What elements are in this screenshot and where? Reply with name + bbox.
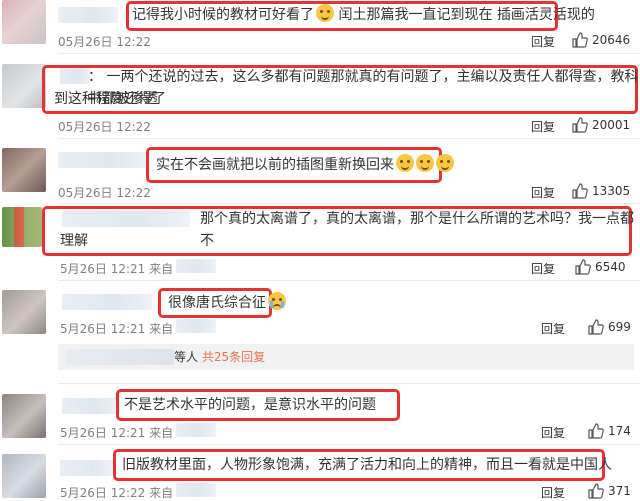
like-count: 20001 [592, 118, 631, 132]
username-redacted[interactable] [62, 398, 120, 414]
comment-time: 05月26日 12:22 [58, 120, 151, 134]
comment-text-line1: ： 一两个还说的过去，这么多都有问题那就真的有问题了，主编以及责任人都得查，教科… [88, 69, 639, 107]
like-button[interactable]: 20001 [572, 117, 630, 133]
sub-reply-text: 等人 共25条回复 [174, 350, 266, 364]
like-count: 174 [608, 424, 631, 438]
like-button[interactable]: 20646 [572, 32, 630, 48]
divider [58, 280, 640, 281]
thinking-face-icon [416, 154, 434, 172]
comment-time: 5月26日 12:21 来自 [60, 322, 174, 336]
like-button[interactable]: 6540 [575, 259, 626, 275]
comment-time: 5月26日 12:22 来自 [60, 486, 174, 500]
comment-text: 实在不会画就把以前的插图重新换回来 [156, 154, 454, 176]
thumbs-up-icon [572, 183, 588, 199]
like-button[interactable]: 174 [588, 423, 631, 439]
avatar[interactable] [2, 148, 46, 192]
like-button[interactable]: 699 [588, 319, 631, 335]
comment-feed: 记得我小时候的教材可好看了 闰土那篇我一直记到现在 插画活灵活现的 05月26日… [0, 0, 640, 501]
like-count: 699 [608, 320, 631, 334]
like-count: 20646 [592, 33, 631, 47]
comment-text-line1: 那个真的太离谱了，真的太离谱，那个是什么所谓的艺术吗？我一点都不 [200, 211, 634, 249]
like-button[interactable]: 13305 [572, 183, 630, 199]
comment-text-line2: 到这种程度还得了 [54, 91, 166, 107]
reply-button[interactable]: 回复 [531, 260, 555, 277]
comment-text: 旧版教材里面，人物形象饱满，充满了活力和向上的精神，而且一看就是中国人 [122, 457, 612, 473]
sub-reply-summary[interactable]: 等人 共25条回复 [58, 344, 634, 370]
reply-button[interactable]: 回复 [531, 33, 555, 50]
comment-text-line2: 理解 [60, 233, 88, 249]
thumbs-up-icon [588, 423, 604, 439]
reply-button[interactable]: 回复 [541, 424, 565, 441]
thumbs-up-icon [588, 319, 604, 335]
thinking-face-icon [436, 154, 454, 172]
avatar[interactable] [2, 394, 46, 438]
avatar[interactable] [2, 290, 46, 334]
view-replies-link[interactable]: 共25条回复 [202, 350, 265, 364]
reply-button[interactable]: 回复 [531, 184, 555, 201]
like-button[interactable]: 371 [588, 483, 631, 499]
thinking-face-icon [396, 154, 414, 172]
source-redacted [176, 259, 216, 273]
comment-text: 不是艺术水平的问题，是意识水平的问题 [124, 397, 376, 413]
thumbs-up-icon [588, 483, 604, 499]
reply-button[interactable]: 回复 [541, 320, 565, 337]
like-count: 13305 [592, 184, 631, 198]
divider [58, 53, 640, 54]
source-redacted [176, 423, 216, 437]
divider [58, 383, 640, 384]
source-redacted [176, 319, 216, 333]
reply-button[interactable]: 回复 [541, 484, 565, 501]
username-redacted[interactable] [58, 152, 146, 168]
comment-time: 5月26日 12:21 来自 [60, 426, 174, 440]
thumbs-up-icon [572, 117, 588, 133]
username-redacted[interactable] [60, 460, 114, 476]
avatar[interactable] [2, 0, 46, 44]
comment-text: 很像唐氏综合征 [168, 292, 286, 314]
sub-reply-users-redacted [66, 349, 174, 365]
divider [58, 444, 640, 445]
thumbs-up-icon [572, 32, 588, 48]
avatar[interactable] [2, 64, 46, 108]
divider [58, 203, 640, 204]
comment-text: 记得我小时候的教材可好看了 闰土那篇我一直记到现在 插画活灵活现的 [132, 4, 595, 26]
avatar[interactable] [2, 454, 46, 498]
reply-button[interactable]: 回复 [531, 118, 555, 135]
crying-face-icon [268, 292, 286, 310]
thumbs-up-icon [575, 259, 591, 275]
like-count: 371 [608, 484, 631, 498]
comment-time: 5月26日 12:21 来自 [60, 262, 174, 276]
username-redacted[interactable] [58, 7, 118, 23]
avatar[interactable] [2, 207, 42, 247]
comment-time: 05月26日 12:22 [58, 35, 151, 49]
like-count: 6540 [595, 260, 626, 274]
source-redacted [176, 483, 216, 497]
comment-time: 05月26日 12:22 [58, 186, 151, 200]
username-redacted[interactable] [62, 294, 152, 310]
laughing-face-icon [316, 4, 334, 22]
divider [58, 138, 640, 139]
